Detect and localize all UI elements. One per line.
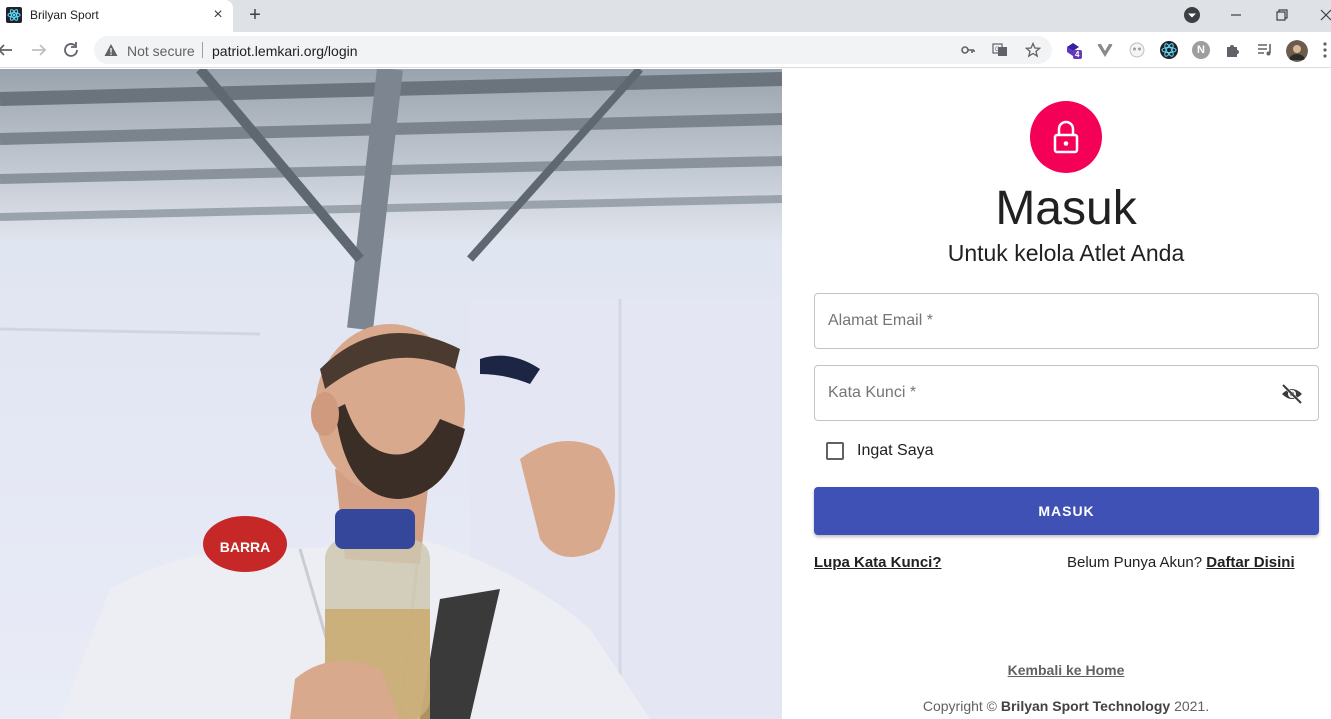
warning-icon[interactable] (104, 43, 118, 57)
browser-toolbar: Not secure patriot.lemkari.org/login G 4 (0, 32, 1331, 68)
password-field[interactable] (814, 365, 1319, 421)
page-subtitle: Untuk kelola Atlet Anda (947, 240, 1185, 266)
media-queue-icon[interactable] (1256, 41, 1274, 59)
remember-label[interactable]: Ingat Saya (857, 442, 934, 460)
profile-dropdown-icon[interactable] (1181, 4, 1203, 26)
browser-tab-bar: Brilyan Sport × + (0, 0, 1331, 32)
react-devtools-icon[interactable] (1160, 41, 1178, 59)
panda-extension-icon[interactable] (1128, 41, 1146, 59)
back-home-link[interactable]: Kembali ke Home (782, 662, 1331, 678)
tab-title: Brilyan Sport (30, 8, 99, 22)
email-field[interactable] (814, 293, 1319, 349)
profile-avatar-icon[interactable] (1286, 40, 1308, 62)
password-input[interactable] (815, 366, 1318, 420)
signup-prompt: Belum Punya Akun? Daftar Disini (1067, 554, 1295, 571)
copyright-prefix: Copyright © (922, 698, 997, 714)
login-panel: Masuk Untuk kelola Atlet Anda Ingat Saya… (782, 69, 1331, 719)
remember-checkbox[interactable] (826, 442, 844, 460)
page-title: Masuk (995, 182, 1137, 235)
vue-extension-icon[interactable] (1096, 41, 1114, 59)
lock-avatar (1030, 101, 1102, 173)
more-menu-icon[interactable] (1320, 41, 1330, 59)
bookmark-star-icon[interactable] (1025, 42, 1041, 58)
remember-me[interactable]: Ingat Saya (826, 439, 934, 463)
reload-icon[interactable] (60, 39, 82, 61)
visibility-off-icon[interactable] (1280, 383, 1304, 405)
login-submit-button[interactable]: MASUK (814, 487, 1319, 535)
new-tab-button[interactable]: + (244, 4, 266, 26)
svg-text:BARRA: BARRA (220, 539, 271, 555)
key-icon[interactable] (960, 42, 976, 58)
react-favicon-icon (6, 7, 22, 23)
forward-arrow-icon[interactable] (28, 39, 50, 61)
tab-close-icon[interactable]: × (208, 5, 228, 25)
browser-tab[interactable]: Brilyan Sport × (0, 0, 233, 32)
svg-text:G: G (995, 47, 1000, 53)
address-divider (202, 42, 203, 58)
minimize-icon[interactable] (1225, 4, 1247, 26)
copyright-footer: Copyright © Brilyan Sport Technology 202… (782, 698, 1331, 714)
security-status[interactable]: Not secure (127, 43, 195, 59)
translate-icon[interactable]: G (992, 42, 1008, 58)
back-arrow-icon[interactable] (0, 39, 16, 61)
extension-badge: 4 (1075, 50, 1080, 59)
url-text[interactable]: patriot.lemkari.org/login (212, 43, 358, 59)
copyright-company: Brilyan Sport Technology (1000, 698, 1171, 714)
extension-shield-icon[interactable]: 4 (1064, 41, 1082, 59)
signup-prompt-text: Belum Punya Akun? (1067, 554, 1203, 571)
lock-icon (1053, 120, 1079, 154)
close-window-icon[interactable] (1315, 4, 1331, 26)
email-input[interactable] (815, 294, 1318, 348)
address-bar[interactable]: Not secure patriot.lemkari.org/login G (94, 36, 1052, 64)
forgot-password-link[interactable]: Lupa Kata Kunci? (814, 554, 942, 571)
restore-icon[interactable] (1271, 4, 1293, 26)
back-home-label[interactable]: Kembali ke Home (1008, 662, 1125, 678)
signup-link[interactable]: Daftar Disini (1206, 554, 1294, 571)
hero-photo: BARRA (0, 69, 782, 719)
copyright-year: 2021. (1174, 698, 1210, 714)
puzzle-extensions-icon[interactable] (1224, 41, 1242, 59)
n-extension-icon[interactable]: N (1192, 41, 1210, 59)
athlete-photo-illustration: BARRA (0, 69, 782, 719)
